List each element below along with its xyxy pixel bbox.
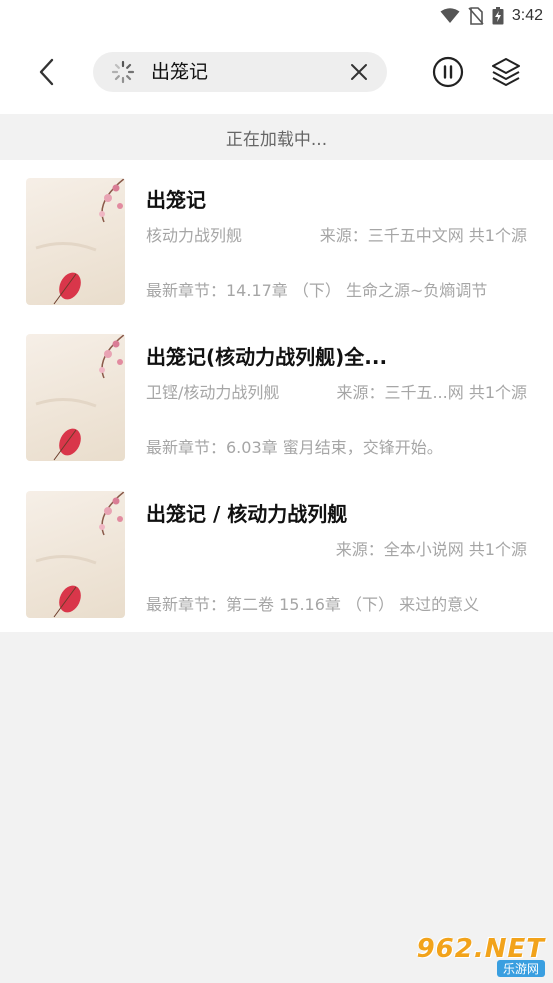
book-title: 出笼记(核动力战列舰)全... xyxy=(146,345,388,369)
search-results-list: 出笼记 核动力战列舰 来源：三千五中文网 共1个源 最新章节：14.17章 （下… xyxy=(0,160,553,632)
book-cover xyxy=(26,334,125,461)
spinner-icon xyxy=(111,60,135,84)
loading-text: 正在加载中... xyxy=(225,129,328,150)
wifi-icon xyxy=(440,8,460,23)
book-source: 来源：三千五中文网 共1个源 xyxy=(319,226,527,245)
search-box[interactable]: 出笼记 xyxy=(93,52,387,92)
latest-chapter: 最新章节：6.03章 蜜月结束，交锋开始。 xyxy=(146,438,443,457)
no-sim-icon xyxy=(468,7,484,25)
result-item[interactable]: 出笼记 核动力战列舰 来源：三千五中文网 共1个源 最新章节：14.17章 （下… xyxy=(0,160,553,316)
book-title: 出笼记 / 核动力战列舰 xyxy=(146,502,348,526)
book-author: 核动力战列舰 xyxy=(146,226,243,245)
layers-icon xyxy=(492,58,520,86)
pause-icon xyxy=(432,56,464,88)
watermark-subtitle: 乐游网 xyxy=(496,959,545,977)
result-item[interactable]: 出笼记(核动力战列舰)全... 卫铿/核动力战列舰 来源：三千五...网 共1个… xyxy=(0,317,553,473)
latest-chapter: 最新章节：第二卷 15.16章 （下） 来过的意义 xyxy=(146,595,480,614)
status-time: 3:42 xyxy=(511,7,543,24)
book-source: 来源：三千五...网 共1个源 xyxy=(336,383,527,402)
book-title: 出笼记 xyxy=(146,188,206,212)
plum-blossom-cover-art xyxy=(35,491,125,618)
book-source: 来源：全本小说网 共1个源 xyxy=(335,540,527,559)
book-cover xyxy=(26,178,125,305)
loading-status: 正在加载中... xyxy=(0,114,553,160)
book-cover xyxy=(26,491,125,618)
pause-button[interactable] xyxy=(432,56,464,92)
plum-blossom-cover-art xyxy=(35,334,125,461)
search-input[interactable]: 出笼记 xyxy=(151,60,331,84)
result-item[interactable]: 出笼记 / 核动力战列舰 来源：全本小说网 共1个源 最新章节：第二卷 15.1… xyxy=(0,474,553,630)
plum-blossom-cover-art xyxy=(35,178,125,305)
close-icon[interactable] xyxy=(349,62,369,82)
battery-charging-icon xyxy=(492,7,504,25)
latest-chapter: 最新章节：14.17章 （下） 生命之源~负熵调节 xyxy=(146,281,488,300)
site-watermark: 962.NET 乐游网 xyxy=(405,933,545,977)
back-button[interactable] xyxy=(30,55,64,89)
status-bar: 3:42 xyxy=(0,0,553,32)
layers-button[interactable] xyxy=(490,56,522,92)
book-author: 卫铿/核动力战列舰 xyxy=(146,383,280,402)
chevron-left-icon xyxy=(39,58,54,86)
search-toolbar: 出笼记 xyxy=(0,48,553,94)
app-header: 3:42 出笼记 xyxy=(0,0,553,114)
